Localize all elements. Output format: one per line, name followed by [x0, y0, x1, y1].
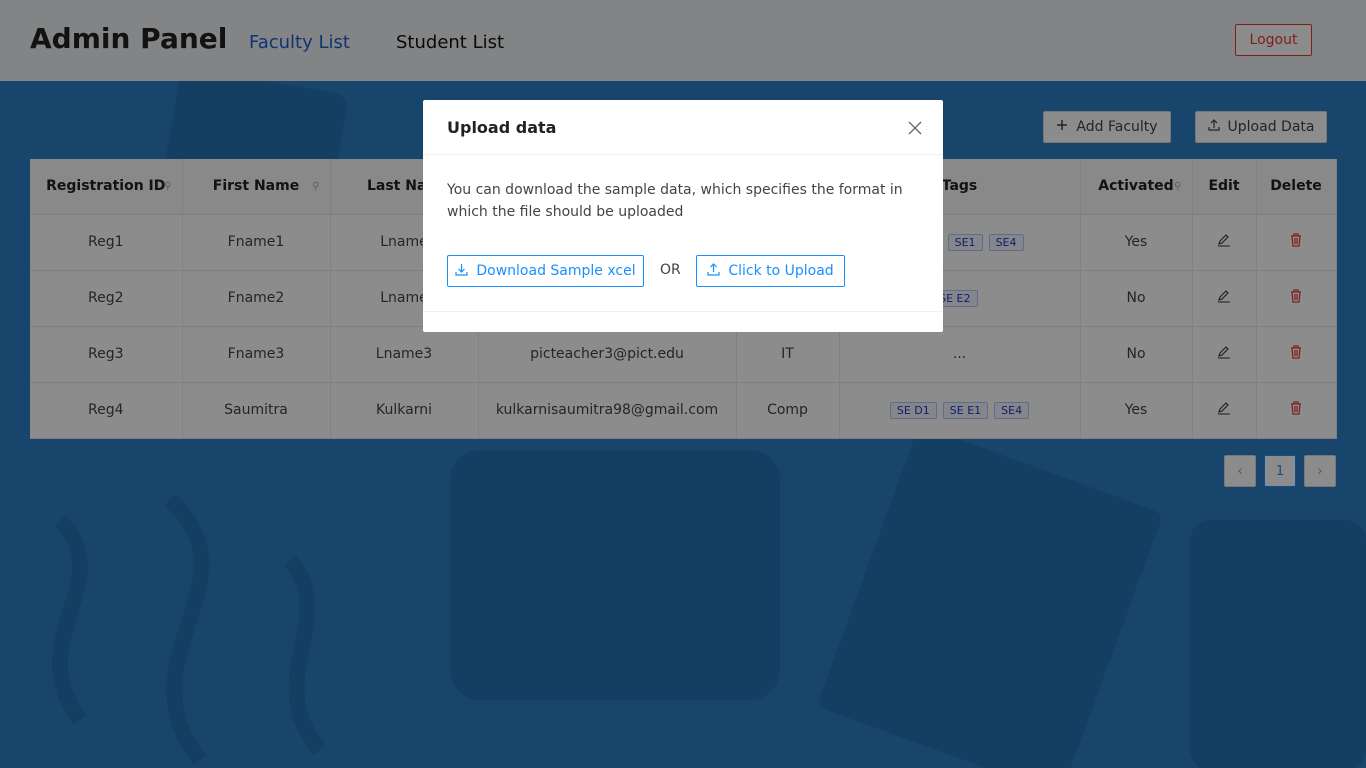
upload-icon — [707, 262, 720, 280]
download-sample-button[interactable]: Download Sample xcel — [447, 255, 644, 287]
modal-title: Upload data — [447, 118, 557, 137]
upload-data-modal: Upload data You can download the sample … — [423, 100, 943, 332]
modal-description: You can download the sample data, which … — [447, 182, 903, 220]
download-icon — [455, 263, 468, 280]
download-sample-label: Download Sample xcel — [476, 263, 636, 279]
click-to-upload-button[interactable]: Click to Upload — [696, 255, 845, 287]
modal-header-divider — [423, 154, 943, 155]
or-separator: OR — [660, 262, 681, 278]
modal-footer-divider — [423, 311, 943, 312]
close-icon[interactable] — [905, 118, 925, 138]
click-to-upload-label: Click to Upload — [728, 263, 834, 279]
